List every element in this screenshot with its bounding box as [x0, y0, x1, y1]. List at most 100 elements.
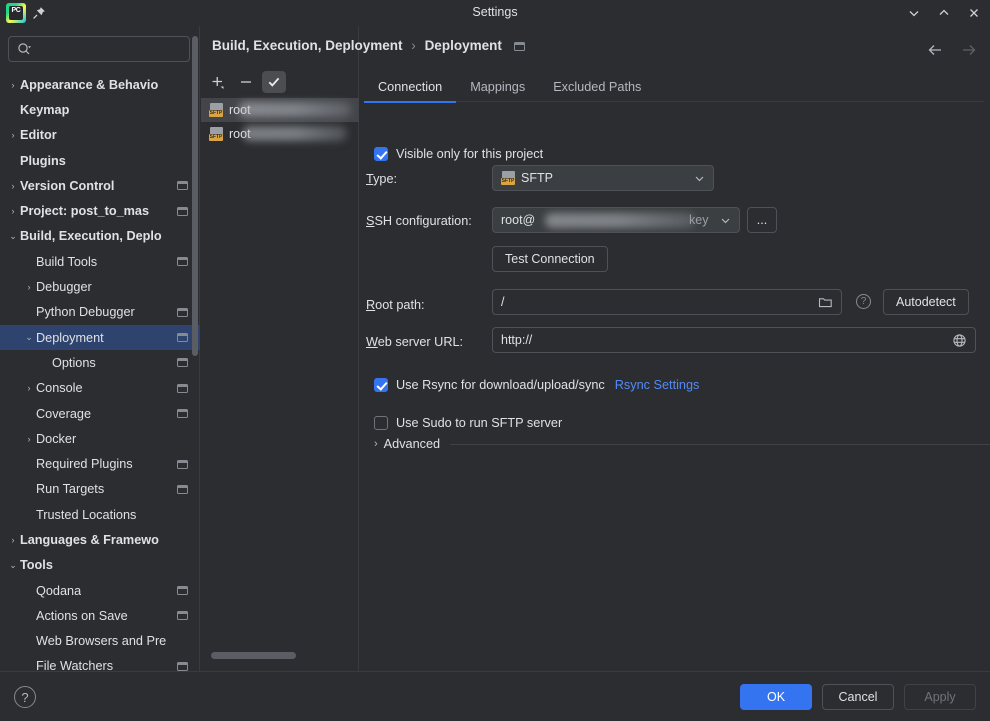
project-scope-icon [177, 661, 188, 671]
sidebar-item-required-plugins[interactable]: Required Plugins [0, 451, 200, 476]
ssh-configuration-combobox[interactable]: root@ key [492, 207, 740, 233]
sudo-checkbox[interactable] [374, 416, 388, 430]
sidebar-item-actions-on-save[interactable]: Actions on Save [0, 603, 200, 628]
chevron-down-icon[interactable]: ⌄ [6, 231, 20, 242]
window-title: Settings [472, 5, 518, 19]
sidebar-item-debugger[interactable]: › Debugger [0, 274, 200, 299]
help-button[interactable]: ? [14, 686, 36, 708]
rsync-row[interactable]: Use Rsync for download/upload/sync Rsync… [374, 378, 699, 392]
sidebar-item-docker[interactable]: › Docker [0, 426, 200, 451]
project-scope-icon [513, 41, 525, 51]
sidebar-item-coverage[interactable]: Coverage [0, 401, 200, 426]
sidebar-item-project-post-to-mas[interactable]: › Project: post_to_mas [0, 198, 200, 223]
minimize-button[interactable] [906, 5, 922, 21]
server-list[interactable]: SFTProotSFTProot [201, 98, 359, 146]
project-scope-icon [177, 383, 188, 393]
project-scope-icon [177, 484, 188, 494]
search-field-wrapper [8, 36, 190, 62]
advanced-section[interactable]: › Advanced [374, 437, 990, 451]
project-scope-icon [177, 333, 188, 343]
search-box[interactable] [8, 36, 190, 62]
chevron-down-icon[interactable]: ⌄ [22, 332, 36, 343]
chevron-right-icon[interactable]: › [6, 130, 20, 140]
sidebar-item-appearance-behavio[interactable]: › Appearance & Behavio [0, 72, 200, 97]
chevron-right-icon[interactable]: › [22, 434, 36, 444]
settings-sidebar: › Appearance & Behavio Keymap › Editor Plugin… [0, 26, 200, 673]
rsync-settings-link[interactable]: Rsync Settings [615, 378, 700, 392]
server-list-item[interactable]: SFTProot [201, 122, 359, 146]
globe-icon[interactable] [952, 333, 967, 348]
server-list-horizontal-scrollbar[interactable] [211, 652, 296, 659]
maximize-button[interactable] [936, 5, 952, 21]
chevron-right-icon[interactable]: › [6, 181, 20, 191]
sidebar-item-run-targets[interactable]: Run Targets [0, 477, 200, 502]
test-connection-button[interactable]: Test Connection [492, 246, 608, 272]
folder-icon[interactable] [818, 295, 833, 310]
tab-connection[interactable]: Connection [364, 72, 457, 103]
tab-label: Mappings [470, 80, 526, 94]
sidebar-item-editor[interactable]: › Editor [0, 123, 200, 148]
advanced-label: Advanced [383, 437, 441, 451]
add-server-button[interactable] [206, 71, 230, 93]
sidebar-item-web-browsers-and-pre[interactable]: Web Browsers and Pre [0, 629, 200, 654]
remove-server-button[interactable] [234, 71, 258, 93]
server-name-redacted [243, 126, 347, 141]
sidebar-item-console[interactable]: › Console [0, 376, 200, 401]
server-list-item[interactable]: SFTProot [201, 98, 359, 122]
chevron-right-icon[interactable]: › [6, 80, 20, 90]
sudo-row[interactable]: Use Sudo to run SFTP server [374, 416, 562, 430]
chevron-right-icon[interactable]: › [6, 206, 20, 216]
advanced-divider [450, 443, 990, 445]
sidebar-item-deployment[interactable]: ⌄ Deployment [0, 324, 200, 351]
autodetect-button[interactable]: Autodetect [883, 289, 969, 315]
sidebar-item-trusted-locations[interactable]: Trusted Locations [0, 502, 200, 527]
rsync-checkbox[interactable] [374, 378, 388, 392]
sidebar-item-python-debugger[interactable]: Python Debugger [0, 300, 200, 325]
tab-mappings[interactable]: Mappings [456, 72, 539, 102]
cancel-button[interactable]: Cancel [822, 684, 894, 710]
deployment-server-panel: SFTProotSFTProot [201, 26, 359, 671]
chevron-right-icon[interactable]: › [6, 535, 20, 545]
search-input[interactable] [35, 42, 175, 56]
chevron-right-icon[interactable]: › [22, 282, 36, 292]
back-button[interactable] [926, 41, 944, 59]
sftp-badge-text: SFTP [209, 134, 223, 141]
sidebar-item-keymap[interactable]: Keymap [0, 97, 200, 122]
sidebar-item-label: Trusted Locations [36, 507, 137, 522]
ssh-browse-button[interactable]: ... [747, 207, 777, 233]
root-path-help-icon[interactable]: ? [856, 294, 871, 309]
ok-button[interactable]: OK [740, 684, 812, 710]
dialog-buttons: OK Cancel Apply [740, 684, 976, 710]
sidebar-item-tools[interactable]: ⌄ Tools [0, 553, 200, 578]
set-default-server-button[interactable] [262, 71, 286, 93]
visible-only-label: Visible only for this project [396, 147, 544, 161]
type-combobox[interactable]: SFTP SFTP [492, 165, 714, 191]
tab-excluded-paths[interactable]: Excluded Paths [539, 72, 655, 102]
chevron-down-icon[interactable]: ⌄ [6, 560, 20, 571]
connection-tabs[interactable]: Connection Mappings Excluded Paths [364, 72, 984, 103]
ssh-configuration-value: root@ [501, 213, 536, 227]
visible-only-checkbox[interactable] [374, 147, 388, 161]
web-server-url-input[interactable]: http:// [492, 327, 976, 353]
tab-label: Excluded Paths [553, 80, 642, 94]
forward-button[interactable] [960, 41, 978, 59]
sidebar-item-build-tools[interactable]: Build Tools [0, 249, 200, 274]
sidebar-item-plugins[interactable]: Plugins [0, 148, 200, 173]
sidebar-item-version-control[interactable]: › Version Control [0, 173, 200, 198]
sidebar-scrollbar[interactable] [192, 36, 198, 356]
root-path-input[interactable]: / [492, 289, 842, 315]
type-value: SFTP [521, 171, 553, 185]
chevron-right-icon[interactable]: › [22, 383, 36, 393]
web-server-url-value: http:// [501, 333, 533, 347]
settings-tree[interactable]: › Appearance & Behavio Keymap › Editor Plugin… [0, 72, 200, 692]
sidebar-item-languages-framewo[interactable]: › Languages & Framewo [0, 527, 200, 552]
sidebar-item-qodana[interactable]: Qodana [0, 578, 200, 603]
breadcrumb-root[interactable]: Build, Execution, Deployment [212, 38, 403, 53]
close-button[interactable] [966, 5, 982, 21]
sidebar-item-options[interactable]: Options [0, 350, 200, 375]
window-controls [906, 0, 982, 26]
sidebar-item-build-execution-deplo[interactable]: ⌄ Build, Execution, Deplo [0, 224, 200, 249]
visible-only-row[interactable]: Visible only for this project [374, 147, 543, 161]
project-scope-icon [177, 611, 188, 621]
project-scope-icon [177, 409, 188, 418]
